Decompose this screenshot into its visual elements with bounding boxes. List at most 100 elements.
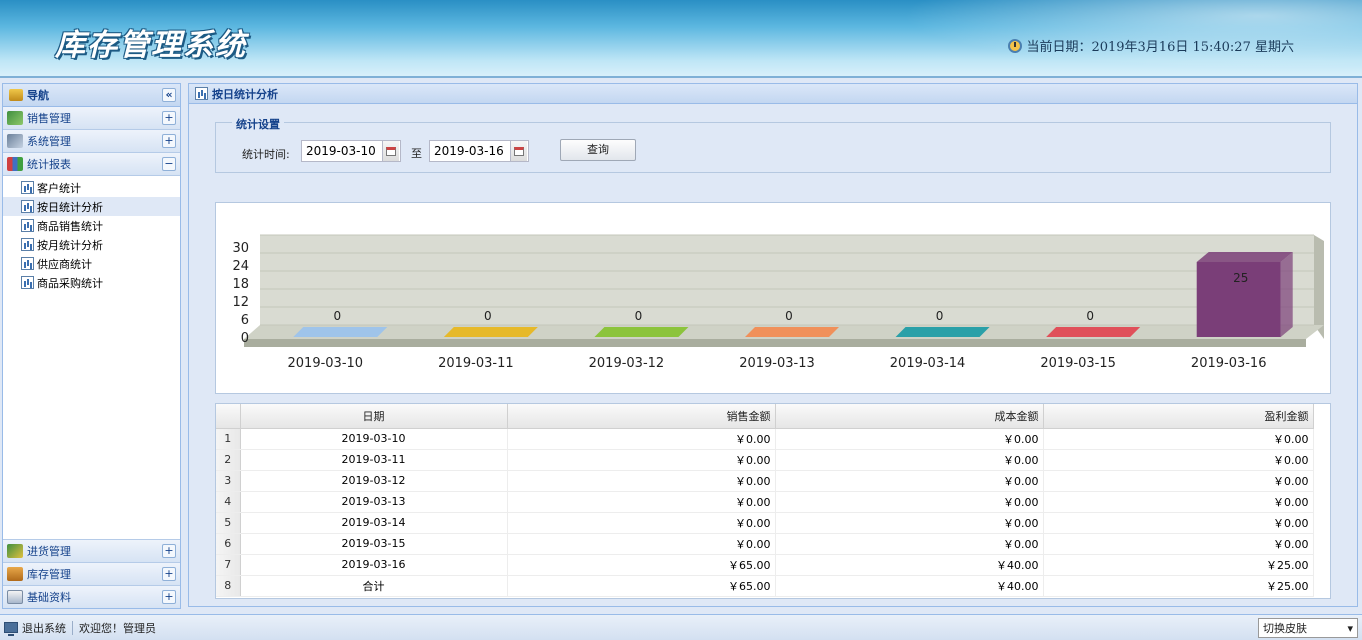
y-tick-label: 0	[241, 331, 249, 346]
table-row[interactable]: 4 2019-03-13 ￥0.00 ￥0.00 ￥0.00	[216, 491, 1314, 513]
submenu-product-sales-stats[interactable]: 商品销售统计	[3, 216, 180, 235]
end-date-picker-button[interactable]	[510, 141, 527, 161]
expand-button[interactable]: +	[162, 111, 176, 125]
cell-date: 2019-03-12	[240, 470, 508, 492]
table-row[interactable]: 7 2019-03-16 ￥65.00 ￥40.00 ￥25.00	[216, 554, 1314, 576]
x-tick-label: 2019-03-11	[438, 356, 514, 371]
column-header-profit[interactable]: 盈利金额	[1043, 404, 1314, 429]
document-icon	[7, 590, 23, 604]
cell-date: 2019-03-11	[240, 449, 508, 471]
submenu-monthly-analysis[interactable]: 按月统计分析	[3, 235, 180, 254]
cell-profit: ￥0.00	[1043, 428, 1314, 450]
purchase-icon	[7, 544, 23, 558]
chart-floor-edge	[244, 339, 1306, 347]
skin-select-value: 切换皮肤	[1263, 622, 1307, 635]
cell-cost: ￥0.00	[775, 533, 1044, 555]
row-number: 2	[216, 449, 241, 471]
skin-select[interactable]: 切换皮肤 ▾	[1258, 618, 1358, 638]
cell-sales: ￥65.00	[507, 575, 776, 597]
navigation-sidebar: 导航 « 销售管理 + 系统管理 + 统计报表 − 客户统计 按日统计分析 商品…	[2, 83, 181, 609]
computer-icon	[7, 134, 23, 148]
row-number: 1	[216, 428, 241, 450]
reports-submenu: 客户统计 按日统计分析 商品销售统计 按月统计分析 供应商统计 商品采购统计	[3, 176, 180, 294]
expand-button[interactable]: +	[162, 567, 176, 581]
start-date-picker-button[interactable]	[382, 141, 399, 161]
sidebar-item-label: 统计报表	[27, 158, 71, 171]
cell-date: 2019-03-10	[240, 428, 508, 450]
cell-date: 2019-03-15	[240, 533, 508, 555]
expand-button[interactable]: +	[162, 590, 176, 604]
start-date-field	[301, 140, 401, 162]
submenu-label: 按月统计分析	[37, 238, 103, 252]
end-date-field	[429, 140, 529, 162]
submenu-label: 商品采购统计	[37, 276, 103, 290]
bar-flat	[895, 327, 990, 337]
cell-cost: ￥0.00	[775, 428, 1044, 450]
daily-chart: 0 6 12 18 24 30 0 2019-03-10 0 2019-03-11 0 2019-03…	[215, 202, 1331, 394]
logout-link[interactable]: 退出系统	[22, 620, 66, 636]
expand-button[interactable]: +	[162, 134, 176, 148]
cell-sales: ￥0.00	[507, 428, 776, 450]
row-number: 3	[216, 470, 241, 492]
table-row[interactable]: 2 2019-03-11 ￥0.00 ￥0.00 ￥0.00	[216, 449, 1314, 471]
sidebar-item-inventory[interactable]: 库存管理 +	[3, 562, 180, 585]
table-row[interactable]: 8 合计 ￥65.00 ￥40.00 ￥25.00	[216, 575, 1314, 597]
chevron-down-icon: ▾	[1347, 621, 1353, 635]
cell-sales: ￥0.00	[507, 470, 776, 492]
data-label: 0	[1086, 309, 1094, 323]
table-row[interactable]: 5 2019-03-14 ￥0.00 ￥0.00 ￥0.00	[216, 512, 1314, 534]
column-header-sales[interactable]: 销售金额	[507, 404, 776, 429]
report-icon	[21, 200, 34, 213]
submenu-product-purchase-stats[interactable]: 商品采购统计	[3, 273, 180, 292]
table-row[interactable]: 1 2019-03-10 ￥0.00 ￥0.00 ￥0.00	[216, 428, 1314, 450]
report-icon	[21, 181, 34, 194]
submenu-customer-stats[interactable]: 客户统计	[3, 178, 180, 197]
start-date-input[interactable]	[302, 141, 382, 161]
sidebar-item-label: 基础资料	[27, 591, 71, 604]
row-number: 4	[216, 491, 241, 513]
bar-flat	[745, 327, 839, 337]
sidebar-item-sales[interactable]: 销售管理 +	[3, 107, 180, 130]
data-label: 0	[635, 309, 643, 323]
submenu-supplier-stats[interactable]: 供应商统计	[3, 254, 180, 273]
sidebar-item-purchase[interactable]: 进货管理 +	[3, 539, 180, 562]
y-tick-label: 6	[241, 313, 249, 328]
submenu-daily-analysis[interactable]: 按日统计分析	[3, 197, 180, 216]
end-date-input[interactable]	[430, 141, 510, 161]
sidebar-item-basic-data[interactable]: 基础资料 +	[3, 585, 180, 608]
row-number-header	[216, 404, 241, 429]
collapse-button[interactable]: −	[162, 157, 176, 171]
cell-profit: ￥25.00	[1043, 554, 1314, 576]
cell-cost: ￥0.00	[775, 470, 1044, 492]
report-icon	[21, 219, 34, 232]
x-tick-label: 2019-03-16	[1191, 356, 1267, 371]
cell-cost: ￥0.00	[775, 512, 1044, 534]
sidebar-item-reports[interactable]: 统计报表 −	[3, 153, 180, 176]
y-tick-label: 12	[232, 295, 249, 310]
expand-button[interactable]: +	[162, 544, 176, 558]
welcome-text: 欢迎您！管理员	[79, 621, 156, 635]
cell-profit: ￥0.00	[1043, 449, 1314, 471]
sales-icon	[7, 111, 23, 125]
column-header-date[interactable]: 日期	[240, 404, 508, 429]
data-label: 0	[333, 309, 341, 323]
bar-flat	[1046, 327, 1141, 337]
sidebar-item-system[interactable]: 系统管理 +	[3, 130, 180, 153]
row-number: 8	[216, 575, 241, 597]
collapse-sidebar-button[interactable]: «	[162, 88, 176, 102]
data-label: 0	[484, 309, 492, 323]
cell-cost: ￥0.00	[775, 449, 1044, 471]
column-header-cost[interactable]: 成本金额	[775, 404, 1044, 429]
cell-cost: ￥40.00	[775, 554, 1044, 576]
chart-svg: 0 6 12 18 24 30 0 2019-03-10 0 2019-03-11 0 2019-03…	[232, 234, 1324, 371]
row-number: 6	[216, 533, 241, 555]
app-header: 库存管理系统 当前日期：2019年3月16日 15:40:27 星期六	[0, 0, 1362, 78]
report-icon	[21, 257, 34, 270]
panel-title: 按日统计分析	[212, 87, 278, 101]
table-row[interactable]: 6 2019-03-15 ￥0.00 ￥0.00 ￥0.00	[216, 533, 1314, 555]
table-header-row: 日期 销售金额 成本金额 盈利金额	[216, 404, 1314, 429]
current-date-text: 当前日期：2019年3月16日 15:40:27 星期六	[1026, 40, 1294, 55]
time-label: 统计时间:	[242, 148, 290, 161]
table-row[interactable]: 3 2019-03-12 ￥0.00 ￥0.00 ￥0.00	[216, 470, 1314, 492]
query-button[interactable]: 查询	[560, 139, 636, 161]
